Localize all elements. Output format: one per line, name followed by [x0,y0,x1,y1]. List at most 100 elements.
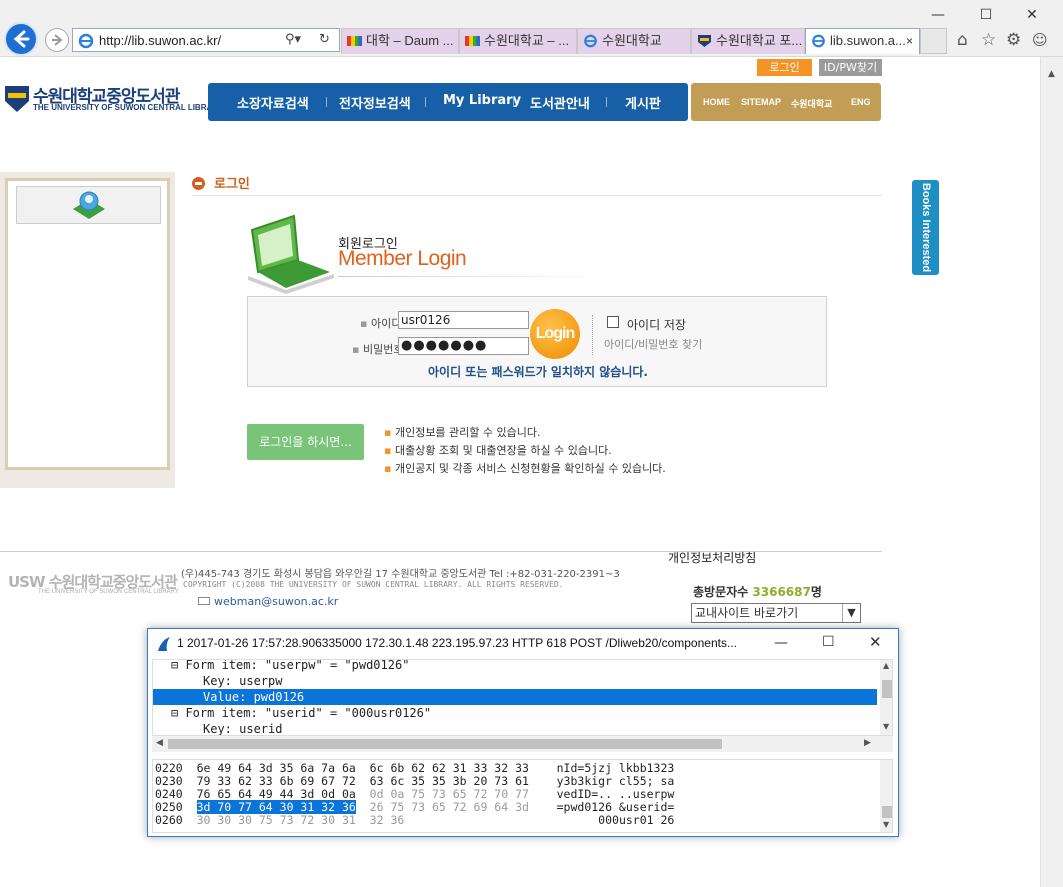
benefit-item-text: 대출상황 조회 및 대출연장을 하실 수 있습니다. [394,444,612,457]
usw-logo-icon [5,86,29,112]
daum-icon [465,36,480,46]
login-heading-english: Member Login [338,247,467,270]
gear-icon[interactable]: ⚙ [1006,30,1021,50]
save-id-checkbox[interactable] [607,316,619,328]
wireshark-title: 1 2017-01-26 17:57:28.906335000 172.30.1… [177,636,737,650]
util-english-link[interactable]: ENG [851,97,871,107]
tree-row-selected[interactable]: Value: pwd0126 [153,689,877,705]
utility-navigation: HOME SITEMAP 수원대학교 ENG [691,83,881,121]
visitor-counter: 총방문자수 3366687명 [693,583,822,600]
hex-row[interactable]: 0230 79 33 62 33 6b 69 67 72 63 6c 35 35… [155,775,674,787]
tab-close-icon[interactable]: × [906,29,913,53]
nav-item-my-library[interactable]: My Library [443,93,521,108]
footer-email-link[interactable]: webman@suwon.ac.kr [198,595,338,608]
section-title-text: 로그인 [214,177,250,192]
mail-icon [198,597,210,605]
tab-label: lib.suwon.a... [830,33,906,48]
hex-row[interactable]: 0260 30 30 30 75 73 72 30 31 32 36 000us… [155,814,674,826]
tab-daum[interactable]: 대학 – Daum ... [341,28,459,54]
util-home-link[interactable]: HOME [703,97,730,107]
privacy-policy-link[interactable]: 개인정보처리방침 [668,549,756,566]
scroll-up-icon[interactable]: ▲ [883,661,889,670]
packet-details-tree: ⊟ Form item: "userpw" = "pwd0126" Key: u… [152,659,893,736]
nav-item-library-info[interactable]: 도서관안내 [530,93,590,112]
page-scrollbar[interactable]: ▲ [1040,57,1063,887]
favorites-star-icon[interactable]: ☆ [981,30,996,50]
top-login-button[interactable]: 로그인 [757,59,812,76]
hex-ascii-selected: =pwd0126 &userid= [556,800,675,814]
login-heading-underline [338,276,608,277]
tab-suwon-daum[interactable]: 수원대학교 – ... [459,28,577,54]
tab-lib-suwon[interactable]: lib.suwon.a... × [805,28,920,54]
util-sitemap-link[interactable]: SITEMAP [741,97,781,107]
nav-divider [425,97,426,107]
arrow-right-icon [52,34,63,46]
address-bar[interactable]: http://lib.suwon.ac.kr/ ⚲▾ ↻ [72,28,340,52]
ie-icon [78,33,94,49]
tab-suwon[interactable]: 수원대학교 [577,28,691,54]
password-input[interactable]: ●●●●●●● [398,337,529,355]
ws-close-button[interactable]: ✕ [869,633,882,651]
nav-item-e-resources[interactable]: 전자정보검색 [339,93,411,112]
tree-row[interactable]: ⊟ Form item: "userpw" = "pwd0126" [153,660,877,673]
section-divider [192,195,882,196]
util-university-link[interactable]: 수원대학교 [791,97,832,110]
footer-copyright: COPYRIGHT (C)2008 THE UNIVERSITY OF SUWO… [183,580,564,589]
hex-row-highlighted[interactable]: 0250 3d 70 77 64 30 31 32 36 26 75 73 65… [155,800,675,814]
forward-button[interactable] [45,28,69,52]
scroll-thumb[interactable] [882,806,892,818]
hex-ascii: vedID=.. ..userpw [556,787,675,801]
benefit-item: ▪ 개인공지 및 각종 서비스 신청현황을 확인하실 수 있습니다. [384,462,666,475]
footer-address: (우)445-743 경기도 화성시 봉담읍 와우안길 17 수원대학교 중앙도… [181,569,620,580]
hex-offset: 0230 [155,774,183,788]
ws-maximize-button[interactable]: ☐ [822,634,835,650]
window-minimize-button[interactable]: — [924,4,952,26]
hex-bytes: 32 36 [369,813,405,827]
hex-vertical-scrollbar[interactable]: ▼ [880,760,892,832]
scroll-left-icon[interactable]: ◀ [156,738,163,748]
refresh-icon[interactable]: ↻ [319,32,330,47]
laptop-icon [248,214,334,294]
home-icon[interactable]: ⌂ [957,30,968,50]
back-button[interactable] [4,22,38,56]
login-benefits-button: 로그인을 하시면... [247,424,364,460]
scroll-thumb[interactable] [882,680,892,698]
ws-minimize-button[interactable]: — [774,635,788,651]
campus-sites-select-value: 교내사이트 바로가기 [695,606,799,620]
nav-item-catalog-search[interactable]: 소장자료검색 [237,93,309,112]
tree-horizontal-scrollbar[interactable]: ◀ ▶ [152,736,893,752]
search-icon[interactable]: ⚲▾ [285,32,301,47]
new-tab-button[interactable] [920,28,947,54]
smiley-icon[interactable]: ☺ [1032,31,1048,49]
sidebar-login-banner[interactable] [16,186,161,224]
save-id-label[interactable]: 아이디 저장 [627,316,686,333]
books-interested-tab[interactable]: Books Interested [912,180,939,275]
tree-row[interactable]: Key: userid [153,721,877,735]
address-url: http://lib.suwon.ac.kr/ [99,33,222,48]
find-id-password-link[interactable]: 아이디/비밀번호 찾기 [604,336,702,352]
tree-vertical-scrollbar[interactable]: ▲ ▼ [880,660,892,735]
scroll-down-icon[interactable]: ▼ [883,722,889,731]
benefit-item-text: 개인공지 및 각종 서비스 신청현황을 확인하실 수 있습니다. [394,462,666,475]
nav-item-board[interactable]: 게시판 [625,93,661,112]
scroll-right-icon[interactable]: ▶ [864,738,871,748]
window-maximize-button[interactable]: ☐ [972,4,1000,26]
tree-row[interactable]: Key: userpw [153,673,877,689]
campus-sites-select[interactable]: 교내사이트 바로가기 ▼ [691,603,861,623]
top-find-id-button[interactable]: ID/PW찾기 [819,59,882,76]
tab-suwon-portal[interactable]: 수원대학교 포... [691,28,805,54]
hex-row[interactable]: 0220 6e 49 64 3d 35 6a 7a 6a 6c 6b 62 62… [155,762,674,774]
hex-ascii: 000usr01 26 [598,813,675,827]
hex-bytes: 76 65 64 49 44 3d 0d 0a [196,787,356,801]
scroll-down-icon[interactable]: ▼ [883,820,889,829]
login-button[interactable]: Login [530,309,580,359]
scroll-thumb[interactable] [168,739,722,749]
id-label: ▪ 아이디 [360,317,402,330]
visitor-unit: 명 [810,585,822,599]
id-input[interactable]: usr0126 [398,311,529,329]
scroll-up-icon[interactable]: ▲ [1048,69,1055,79]
window-close-button[interactable]: ✕ [1018,4,1046,26]
hex-row[interactable]: 0240 76 65 64 49 44 3d 0d 0a 0d 0a 75 73… [155,788,674,800]
hex-offset: 0220 [155,761,183,775]
tree-row[interactable]: ⊟ Form item: "userid" = "000usr0126" [153,705,877,721]
